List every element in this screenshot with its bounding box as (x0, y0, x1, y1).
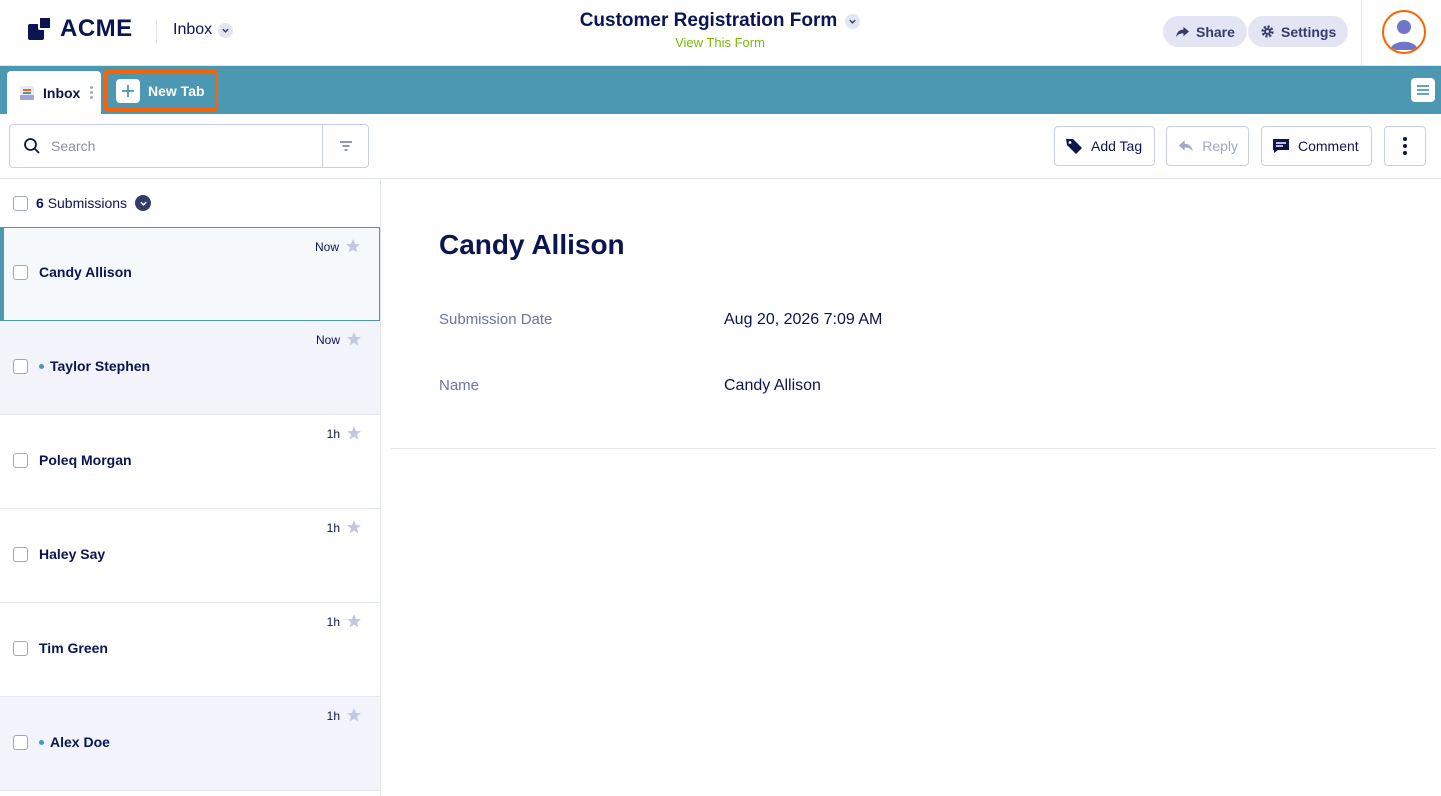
item-checkbox[interactable] (13, 359, 28, 374)
list-item[interactable]: 1h Alex Doe (0, 697, 380, 791)
submission-detail: Candy Allison Submission Date Aug 20, 20… (391, 179, 1436, 449)
item-checkbox[interactable] (13, 547, 28, 562)
user-avatar-icon (1390, 20, 1418, 50)
filter-button[interactable] (322, 125, 368, 167)
gear-icon (1261, 25, 1274, 38)
chevron-down-icon[interactable] (135, 195, 152, 211)
field-value-submission-date: Aug 20, 2026 7:09 AM (724, 311, 883, 328)
list-item[interactable]: 1h Poleq Morgan (0, 415, 380, 509)
header-divider (1361, 0, 1362, 66)
chevron-down-icon (845, 13, 861, 29)
reply-button[interactable]: Reply (1166, 126, 1249, 166)
item-checkbox[interactable] (13, 735, 28, 750)
settings-button[interactable]: Settings (1248, 16, 1349, 47)
acme-logo[interactable]: ACME (28, 15, 133, 43)
share-button[interactable]: Share (1163, 16, 1247, 47)
kebab-icon (1403, 136, 1407, 157)
header-divider (156, 19, 157, 43)
tab-options-icon[interactable] (90, 86, 93, 101)
item-time: 1h (326, 427, 340, 441)
list-item[interactable]: 1h Haley Say (0, 509, 380, 603)
list-header: 6 Submissions (0, 179, 380, 227)
view-form-link[interactable]: View This Form (540, 35, 900, 50)
list-item[interactable]: 1h Tim Green (0, 603, 380, 697)
comment-label: Comment (1298, 138, 1359, 154)
item-time: 1h (326, 521, 340, 535)
inbox-icon (20, 85, 34, 100)
inbox-dropdown-label: Inbox (173, 21, 213, 38)
star-icon[interactable] (346, 707, 362, 723)
plus-icon (116, 78, 140, 103)
star-icon[interactable] (346, 331, 362, 347)
submission-title: Candy Allison (439, 229, 625, 260)
item-name: Alex Doe (39, 734, 110, 750)
reply-label: Reply (1202, 138, 1238, 154)
star-icon[interactable] (346, 519, 362, 535)
search-input[interactable] (51, 138, 311, 154)
settings-label: Settings (1281, 23, 1337, 40)
reply-icon (1178, 140, 1193, 152)
tag-icon (1066, 139, 1082, 154)
form-title-dropdown[interactable]: Customer Registration Form (580, 10, 861, 32)
form-title-area: Customer Registration Form View This For… (540, 10, 900, 50)
inbox-dropdown[interactable]: Inbox (173, 21, 234, 39)
top-header: ACME Inbox Customer Registration Form Vi… (0, 0, 1441, 66)
field-label-name: Name (439, 377, 480, 394)
comment-button[interactable]: Comment (1261, 126, 1372, 166)
select-all-checkbox[interactable] (13, 195, 28, 211)
list-item[interactable]: Now Taylor Stephen (0, 321, 380, 415)
item-name: Taylor Stephen (39, 358, 150, 374)
share-label: Share (1196, 23, 1235, 40)
field-value-name: Candy Allison (724, 377, 821, 394)
tab-inbox-label: Inbox (43, 84, 81, 101)
list-item[interactable]: Now Candy Allison (0, 227, 380, 321)
menu-button[interactable] (1411, 78, 1435, 102)
item-time: Now (314, 240, 339, 254)
new-tab-button[interactable]: New Tab (104, 70, 218, 111)
new-tab-label: New Tab (148, 82, 205, 99)
logo-text: ACME (60, 15, 133, 42)
hamburger-icon (1417, 85, 1429, 95)
more-options-button[interactable] (1384, 126, 1426, 166)
submissions-list: 6 Submissions Now Candy Allison Now Tayl… (0, 179, 381, 796)
filter-icon (339, 141, 352, 151)
item-name: Poleq Morgan (39, 452, 132, 468)
chevron-down-icon (218, 22, 234, 38)
item-name: Haley Say (39, 546, 106, 562)
item-time: Now (315, 333, 340, 347)
toolbar: Add Tag Reply Comment (0, 114, 1441, 179)
share-icon (1175, 26, 1190, 38)
field-label-submission-date: Submission Date (439, 311, 553, 328)
star-icon[interactable] (346, 613, 362, 629)
item-checkbox[interactable] (13, 265, 28, 280)
logo-icon (28, 16, 54, 42)
add-tag-button[interactable]: Add Tag (1054, 126, 1155, 166)
avatar[interactable] (1382, 10, 1426, 54)
item-name: Candy Allison (39, 264, 132, 280)
item-name: Tim Green (39, 640, 108, 656)
star-icon[interactable] (346, 425, 362, 441)
item-time: 1h (326, 709, 340, 723)
item-time: 1h (326, 615, 340, 629)
unread-indicator (39, 363, 44, 369)
star-icon[interactable] (345, 238, 361, 254)
search-icon (24, 138, 40, 154)
search-box (9, 124, 369, 168)
unread-indicator (39, 739, 44, 745)
item-checkbox[interactable] (13, 641, 28, 656)
submissions-count: 6 Submissions (36, 195, 128, 211)
comment-icon (1273, 139, 1289, 153)
tab-bar: Inbox New Tab (0, 66, 1441, 114)
item-checkbox[interactable] (13, 453, 28, 468)
tab-inbox[interactable]: Inbox (7, 71, 101, 114)
form-title: Customer Registration Form (579, 10, 838, 31)
add-tag-label: Add Tag (1091, 138, 1143, 154)
